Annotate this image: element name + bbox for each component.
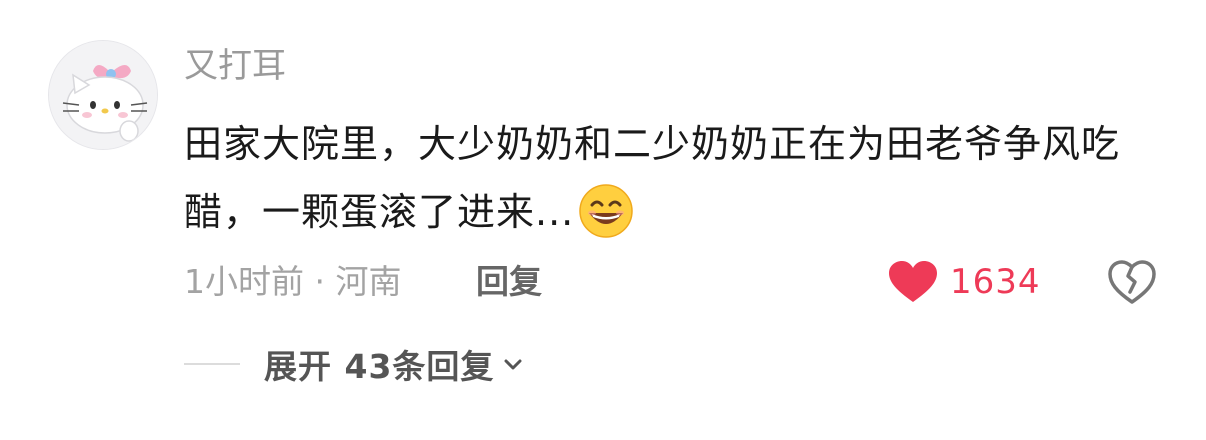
username[interactable]: 又打耳 xyxy=(184,42,286,90)
expand-replies-label: 展开 43条回复 xyxy=(264,347,495,386)
heart-icon xyxy=(889,261,937,302)
avatar[interactable] xyxy=(48,40,158,150)
reply-button[interactable]: 回复 xyxy=(476,258,542,306)
comment-meta: 1小时前 · 河南 xyxy=(184,262,402,301)
expand-replies-button[interactable]: 展开 43条回复 xyxy=(184,336,524,392)
divider-line xyxy=(184,363,240,365)
hello-kitty-avatar-image xyxy=(49,41,157,149)
dislike-button[interactable] xyxy=(1106,256,1158,308)
like-button[interactable]: 1634 xyxy=(888,256,1041,308)
like-count: 1634 xyxy=(950,262,1041,302)
grinning-face-emoji-icon xyxy=(579,183,633,238)
broken-heart-icon xyxy=(1108,260,1156,304)
chevron-down-icon xyxy=(504,359,522,370)
comment-text-block: 田家大院里，大少奶奶和二少奶奶正在为田老爷争风吃醋，一颗蛋滚了进来... xyxy=(184,110,1174,246)
comment-text: 田家大院里，大少奶奶和二少奶奶正在为田老爷争风吃醋，一颗蛋滚了进来... xyxy=(184,122,1121,234)
